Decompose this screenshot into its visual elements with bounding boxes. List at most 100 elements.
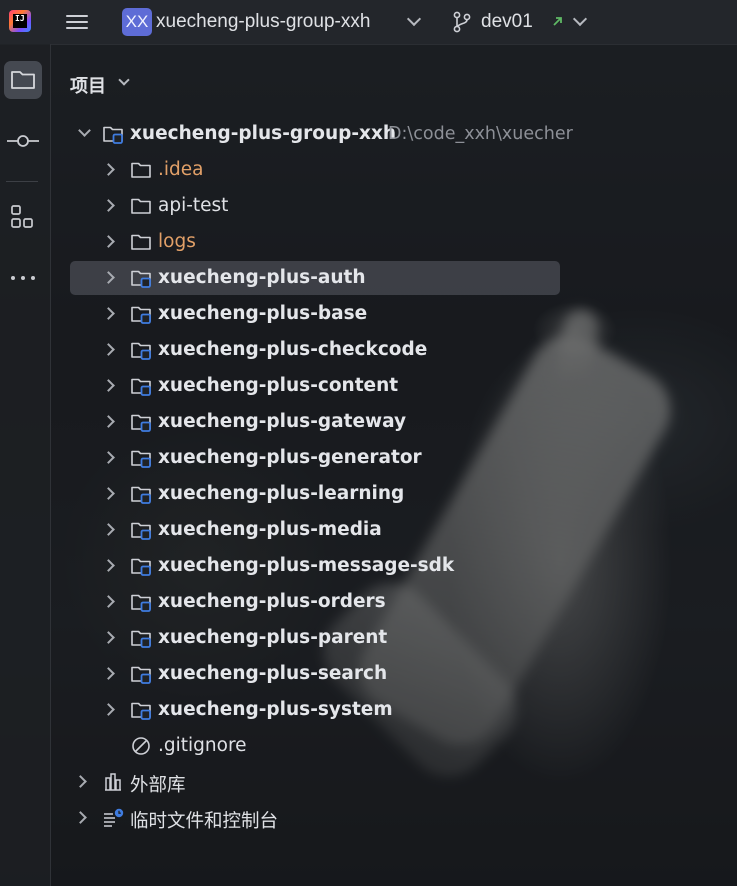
tree-item-row[interactable]: xuecheng-plus-parent: [70, 621, 560, 655]
module-folder-icon: [131, 378, 151, 396]
tree-item-row[interactable]: xuecheng-plus-message-sdk: [70, 549, 560, 583]
expand-arrow-right-icon[interactable]: [102, 703, 115, 716]
tree-item-row[interactable]: api-test: [70, 189, 560, 223]
expand-arrow-right-icon[interactable]: [102, 487, 115, 500]
folder-icon: [11, 71, 35, 89]
tree-item-row[interactable]: logs: [70, 225, 560, 259]
tool-window-strip: [0, 44, 51, 886]
project-panel-title[interactable]: 项目: [70, 72, 106, 98]
expand-arrow-right-icon[interactable]: [74, 811, 87, 824]
module-folder-icon: [131, 306, 151, 324]
git-branch-icon[interactable]: [452, 11, 472, 33]
tree-item-row[interactable]: .gitignore: [70, 729, 560, 763]
tree-item-row[interactable]: xuecheng-plus-generator: [70, 441, 560, 475]
scratches-row[interactable]: 临时文件和控制台: [70, 801, 560, 835]
tree-root-row[interactable]: xuecheng-plus-group-xxh D:\code_xxh\xuech…: [70, 117, 573, 151]
tree-item-label: xuecheng-plus-parent: [158, 627, 388, 648]
module-folder-icon: [131, 450, 151, 468]
tree-item-label: api-test: [158, 195, 229, 216]
expand-arrow-right-icon[interactable]: [102, 451, 115, 464]
tree-item-label: xuecheng-plus-orders: [158, 591, 386, 612]
external-libraries-label: 外部库: [130, 775, 186, 796]
external-libraries-row[interactable]: 外部库: [70, 765, 560, 799]
tree-item-row[interactable]: xuecheng-plus-learning: [70, 477, 560, 511]
project-name[interactable]: xuecheng-plus-group-xxh: [156, 11, 370, 33]
main-menu-icon[interactable]: [66, 12, 90, 32]
expand-arrow-right-icon[interactable]: [102, 379, 115, 392]
expand-arrow-right-icon[interactable]: [102, 307, 115, 320]
tree-item-label: xuecheng-plus-content: [158, 375, 399, 396]
tree-item-row[interactable]: xuecheng-plus-orders: [70, 585, 560, 619]
tree-item-row[interactable]: xuecheng-plus-search: [70, 657, 560, 691]
structure-tool-button[interactable]: [4, 198, 42, 236]
expand-arrow-right-icon[interactable]: [102, 667, 115, 680]
root-path: D:\code_xxh\xuecher: [388, 124, 573, 144]
module-folder-icon: [131, 522, 151, 540]
tree-item-row[interactable]: xuecheng-plus-system: [70, 693, 560, 727]
module-folder-icon: [131, 486, 151, 504]
expand-arrow-right-icon[interactable]: [102, 415, 115, 428]
tree-item-label: xuecheng-plus-message-sdk: [158, 555, 455, 576]
branch-chevron-down-icon[interactable]: [572, 11, 588, 27]
module-folder-icon: [131, 558, 151, 576]
tree-item-row[interactable]: xuecheng-plus-checkcode: [70, 333, 560, 367]
library-icon: [105, 773, 121, 791]
structure-icon: [11, 205, 33, 228]
more-tools-button[interactable]: [4, 259, 42, 297]
toolstrip-separator: [6, 181, 38, 182]
tree-item-row[interactable]: xuecheng-plus-base: [70, 297, 560, 331]
intellij-logo-icon[interactable]: IJ: [9, 10, 31, 32]
expand-arrow-right-icon[interactable]: [102, 559, 115, 572]
branch-name[interactable]: dev01: [481, 11, 533, 33]
tree-item-label: xuecheng-plus-generator: [158, 447, 422, 468]
main-toolbar: IJ XX xuecheng-plus-group-xxh dev01: [0, 0, 737, 45]
tree-item-label: xuecheng-plus-system: [158, 699, 393, 720]
module-folder-icon: [103, 126, 123, 144]
folder-icon: [131, 198, 151, 214]
expand-arrow-right-icon[interactable]: [102, 199, 115, 212]
tree-item-label: .idea: [158, 159, 204, 180]
commit-icon: [7, 135, 39, 147]
tree-item-row[interactable]: xuecheng-plus-content: [70, 369, 560, 403]
tree-item-row[interactable]: .idea: [70, 153, 560, 187]
module-folder-icon: [131, 342, 151, 360]
expand-arrow-right-icon[interactable]: [102, 343, 115, 356]
expand-arrow-down-icon[interactable]: [78, 124, 91, 137]
tree-item-label: xuecheng-plus-media: [158, 519, 382, 540]
tree-item-row[interactable]: xuecheng-plus-gateway: [70, 405, 560, 439]
tree-item-row[interactable]: xuecheng-plus-auth: [70, 261, 560, 295]
expand-arrow-right-icon[interactable]: [74, 775, 87, 788]
tree-item-label: xuecheng-plus-base: [158, 303, 368, 324]
commit-tool-button[interactable]: [4, 122, 42, 160]
project-tool-button[interactable]: [4, 61, 42, 99]
tree-item-label: xuecheng-plus-group-xxh: [130, 123, 397, 144]
expand-arrow-right-icon[interactable]: [102, 163, 115, 176]
tree-item-label: xuecheng-plus-search: [158, 663, 388, 684]
scratches-label: 临时文件和控制台: [130, 811, 279, 832]
expand-arrow-right-icon[interactable]: [102, 595, 115, 608]
more-horizontal-icon: [11, 276, 35, 280]
tree-item-label: xuecheng-plus-auth: [158, 267, 366, 288]
tree-item-label: .gitignore: [158, 735, 247, 756]
module-folder-icon: [131, 414, 151, 432]
module-folder-icon: [131, 270, 151, 288]
folder-icon: [131, 162, 151, 178]
expand-arrow-right-icon[interactable]: [102, 631, 115, 644]
tree-item-label: xuecheng-plus-learning: [158, 483, 405, 504]
expand-arrow-right-icon[interactable]: [102, 235, 115, 248]
module-folder-icon: [131, 702, 151, 720]
module-folder-icon: [131, 594, 151, 612]
project-chevron-down-icon[interactable]: [406, 11, 422, 27]
tree-item-label: xuecheng-plus-checkcode: [158, 339, 428, 360]
folder-icon: [131, 234, 151, 250]
ignore-file-icon: [132, 737, 150, 755]
expand-arrow-right-icon[interactable]: [102, 271, 115, 284]
module-folder-icon: [131, 630, 151, 648]
tree-item-row[interactable]: xuecheng-plus-media: [70, 513, 560, 547]
project-badge[interactable]: XX: [122, 8, 152, 36]
expand-arrow-right-icon[interactable]: [102, 523, 115, 536]
scratches-icon: [104, 808, 124, 827]
module-folder-icon: [131, 666, 151, 684]
outgoing-commits-arrow-icon: [553, 17, 562, 26]
tree-item-label: logs: [158, 231, 196, 252]
